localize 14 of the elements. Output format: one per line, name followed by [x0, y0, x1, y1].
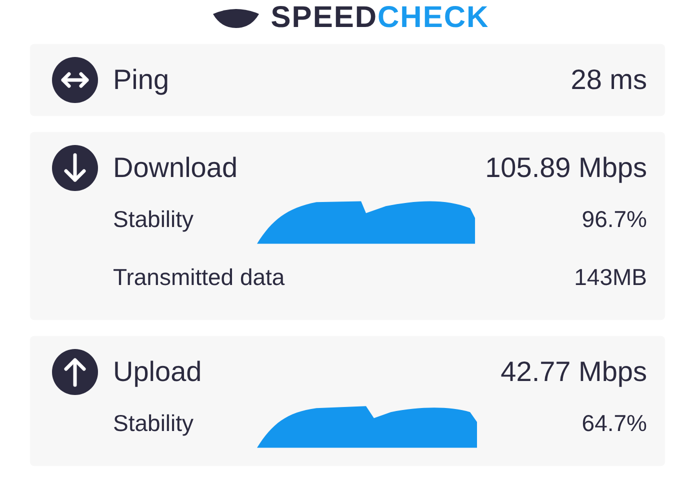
result-label: Upload — [113, 356, 203, 388]
metric-value: 96.7% — [580, 206, 647, 232]
result-label: Download — [113, 152, 239, 184]
metric-label: Stability — [113, 410, 195, 436]
result-value: 28 ms — [570, 64, 647, 96]
result-value: 105.89 Mbps — [485, 152, 647, 184]
logo-text: SPEEDCHECK — [270, 1, 490, 35]
metric-value: 143MB — [573, 264, 647, 290]
metric-value: 64.7% — [580, 410, 647, 436]
result-value: 42.77 Mbps — [500, 356, 647, 388]
logo-icon — [210, 6, 261, 30]
result-label: Ping — [113, 64, 170, 96]
metric-label: Transmitted data — [113, 264, 286, 290]
metric-label: Stability — [113, 206, 195, 232]
